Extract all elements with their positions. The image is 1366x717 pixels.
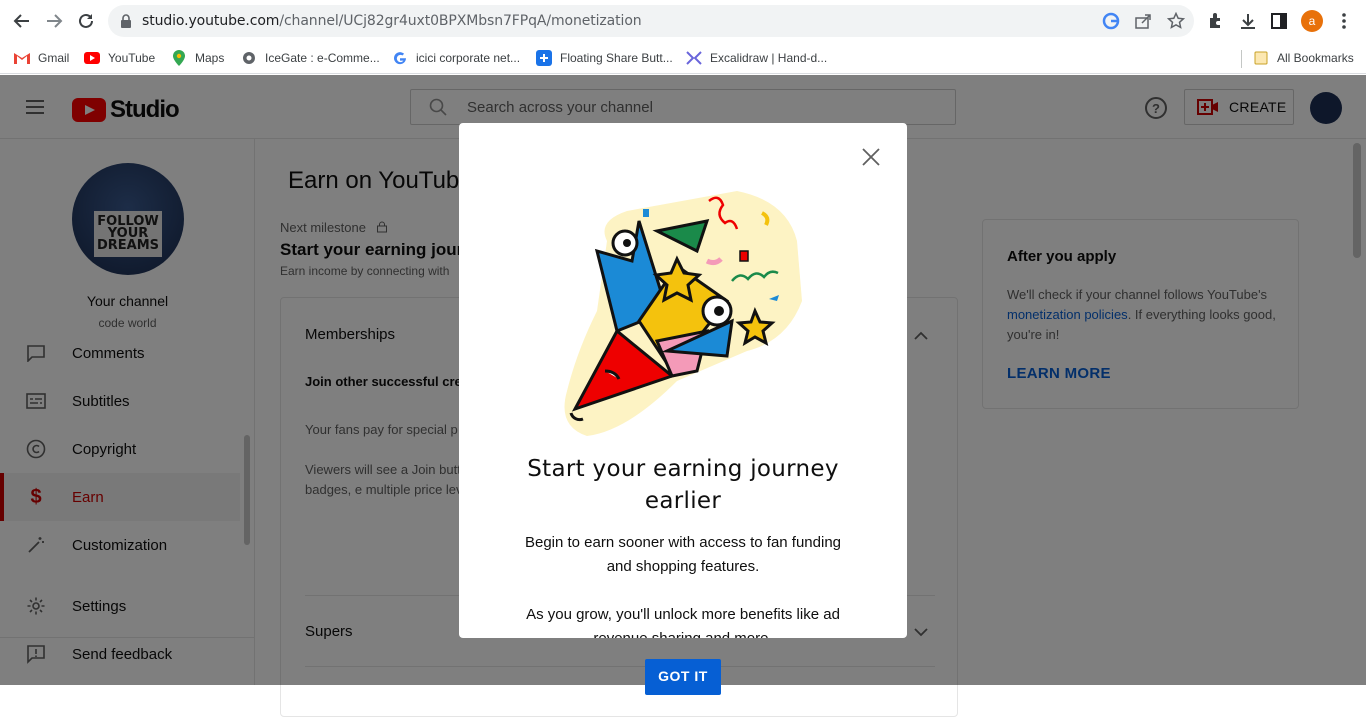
reload-icon[interactable] — [74, 9, 98, 33]
youtube-icon — [84, 50, 100, 66]
profile-avatar[interactable]: a — [1301, 10, 1323, 32]
google-icon — [392, 50, 408, 66]
google-lens-icon[interactable] — [1102, 12, 1120, 30]
bookmark-label: Excalidraw | Hand-d... — [710, 51, 828, 65]
star-icon[interactable] — [1167, 12, 1185, 30]
bookmarks-divider — [1241, 50, 1242, 68]
all-bookmarks-label: All Bookmarks — [1277, 51, 1354, 65]
dialog-text: Begin to earn sooner with access to fan … — [524, 534, 842, 575]
lock-icon — [121, 14, 131, 28]
extensions-icon[interactable] — [1205, 10, 1227, 32]
bookmark-gmail[interactable]: Gmail — [14, 49, 69, 67]
menu-dots-icon[interactable] — [1333, 10, 1355, 32]
bookmark-label: Gmail — [38, 51, 70, 65]
folder-icon — [1253, 50, 1269, 66]
maps-icon — [171, 50, 187, 66]
bookmark-label: Floating Share Butt... — [560, 51, 673, 65]
url-text: studio.youtube.com/channel/UCj82gr4uxt0B… — [142, 13, 642, 29]
bookmark-label: icici corporate net... — [416, 51, 521, 65]
bookmarks-bar: Gmail YouTube Maps IceGate : e-Comme... … — [0, 42, 1366, 74]
icegate-icon — [241, 50, 257, 66]
bookmark-label: Maps — [195, 51, 225, 65]
earning-journey-dialog: Start your earning journey earlier Begin… — [459, 123, 907, 638]
all-bookmarks[interactable]: All Bookmarks — [1253, 49, 1354, 67]
bookmark-maps[interactable]: Maps — [171, 49, 224, 67]
party-popper-illustration — [564, 191, 802, 436]
bookmark-label: IceGate : e-Comme... — [265, 51, 380, 65]
browser-toolbar: studio.youtube.com/channel/UCj82gr4uxt0B… — [0, 0, 1366, 42]
forward-icon[interactable] — [42, 9, 66, 33]
bookmark-icegate[interactable]: IceGate : e-Comme... — [241, 49, 380, 67]
excalidraw-icon — [686, 50, 702, 66]
plus-icon — [536, 50, 552, 66]
share-icon[interactable] — [1134, 12, 1152, 30]
address-bar[interactable]: studio.youtube.com/channel/UCj82gr4uxt0B… — [108, 5, 1194, 37]
bookmark-youtube[interactable]: YouTube — [84, 49, 155, 67]
bookmark-label: YouTube — [108, 51, 156, 65]
close-icon[interactable] — [859, 145, 883, 169]
back-icon[interactable] — [10, 9, 34, 33]
dialog-title: Start your earning journey earlier — [527, 456, 839, 514]
bookmark-excalidraw[interactable]: Excalidraw | Hand-d... — [686, 49, 827, 67]
side-panel-icon[interactable] — [1268, 10, 1290, 32]
bookmark-floating-share[interactable]: Floating Share Butt... — [536, 49, 673, 67]
got-it-button[interactable]: GOT IT — [645, 659, 721, 695]
dialog-text: As you grow, you'll unlock more benefits… — [526, 606, 840, 638]
gmail-icon — [14, 50, 30, 66]
download-icon[interactable] — [1237, 10, 1259, 32]
bookmark-icici[interactable]: icici corporate net... — [392, 49, 520, 67]
